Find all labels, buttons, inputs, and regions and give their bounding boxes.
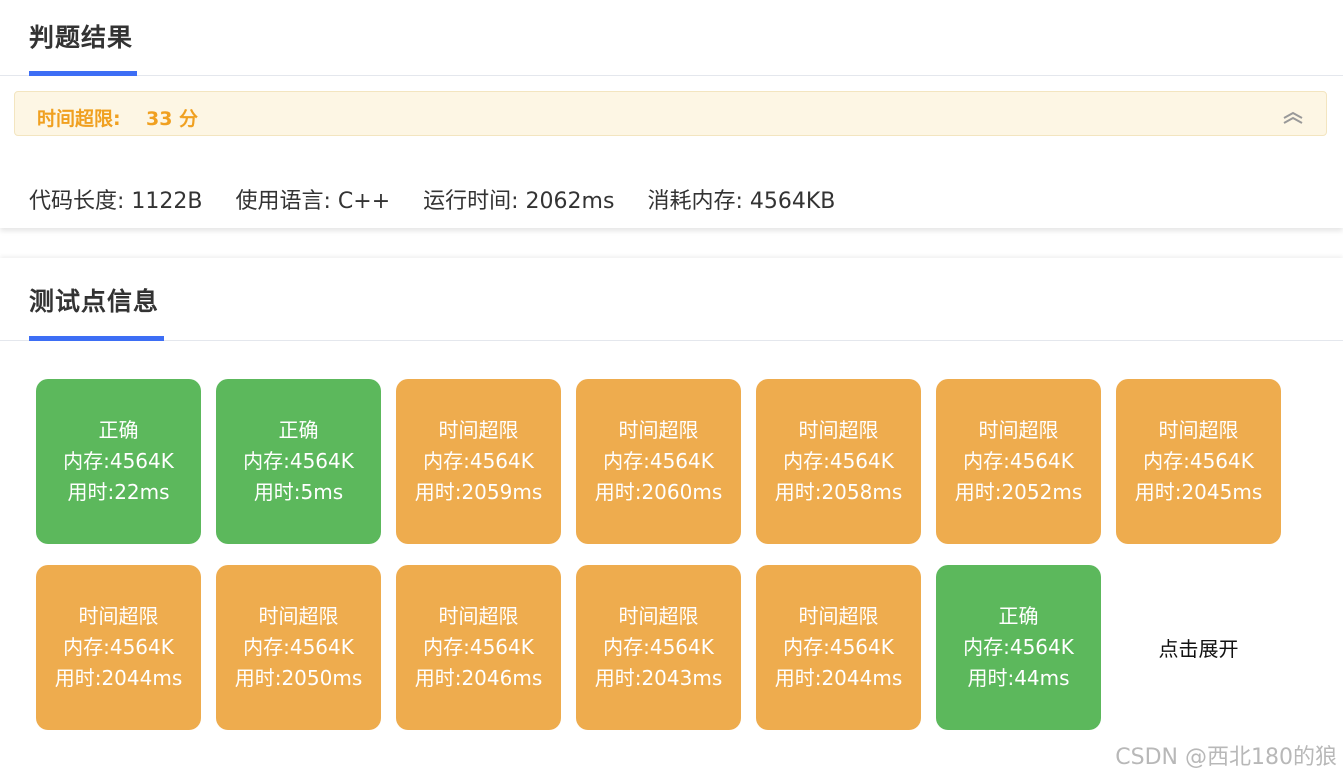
- test-memory: 内存:4564K: [603, 449, 714, 473]
- test-status: 正确: [278, 418, 319, 442]
- test-memory: 内存:4564K: [423, 449, 534, 473]
- test-memory: 内存:4564K: [783, 635, 894, 659]
- test-status: 正确: [98, 418, 139, 442]
- test-case-6[interactable]: 时间超限内存:4564K 用时:2052ms: [936, 379, 1101, 544]
- status-banner[interactable]: 时间超限: 33 分: [14, 91, 1327, 136]
- test-status: 时间超限: [618, 604, 699, 628]
- test-time: 用时:2059ms: [414, 480, 543, 504]
- tests-tab-header: 测试点信息: [0, 258, 1343, 341]
- test-status: 时间超限: [258, 604, 339, 628]
- test-status: 时间超限: [1158, 418, 1239, 442]
- test-memory: 内存:4564K: [783, 449, 894, 473]
- test-status: 时间超限: [438, 418, 519, 442]
- status-label: 时间超限:: [37, 108, 121, 130]
- test-time: 用时:2043ms: [594, 666, 723, 690]
- test-time: 用时:2052ms: [954, 480, 1083, 504]
- test-memory: 内存:4564K: [243, 449, 354, 473]
- test-status: 时间超限: [78, 604, 159, 628]
- judge-result-card: 判题结果 时间超限: 33 分 代码长度: 1122B 使用语言: C++ 运行…: [0, 0, 1343, 228]
- tab-judge-result[interactable]: 判题结果: [29, 18, 133, 54]
- run-time: 运行时间: 2062ms: [423, 189, 615, 214]
- test-memory: 内存:4564K: [243, 635, 354, 659]
- test-time: 用时:5ms: [253, 480, 344, 504]
- test-time: 用时:2058ms: [774, 480, 903, 504]
- test-memory: 内存:4564K: [63, 635, 174, 659]
- test-time: 用时:2044ms: [54, 666, 183, 690]
- test-case-13[interactable]: 正确内存:4564K 用时:44ms: [936, 565, 1101, 730]
- test-memory: 内存:4564K: [63, 449, 174, 473]
- status-score: 33 分: [146, 108, 199, 130]
- test-case-9[interactable]: 时间超限内存:4564K 用时:2050ms: [216, 565, 381, 730]
- tab-test-info[interactable]: 测试点信息: [29, 282, 159, 318]
- test-status: 时间超限: [798, 418, 879, 442]
- code-length: 代码长度: 1122B: [29, 189, 203, 214]
- chevrons-up-icon[interactable]: [1282, 109, 1304, 125]
- test-status: 时间超限: [438, 604, 519, 628]
- expand-button[interactable]: 点击展开: [1116, 565, 1281, 730]
- submission-meta: 代码长度: 1122B 使用语言: C++ 运行时间: 2062ms 消耗内存:…: [29, 183, 861, 215]
- test-time: 用时:2046ms: [414, 666, 543, 690]
- test-time: 用时:2045ms: [1134, 480, 1263, 504]
- test-memory: 内存:4564K: [1143, 449, 1254, 473]
- test-case-7[interactable]: 时间超限内存:4564K 用时:2045ms: [1116, 379, 1281, 544]
- test-time: 用时:2060ms: [594, 480, 723, 504]
- watermark: CSDN @西北180的狼: [1115, 745, 1337, 770]
- test-case-3[interactable]: 时间超限内存:4564K 用时:2059ms: [396, 379, 561, 544]
- test-memory: 内存:4564K: [963, 635, 1074, 659]
- test-memory: 内存:4564K: [603, 635, 714, 659]
- tab-active-indicator: [29, 336, 164, 341]
- test-memory: 内存:4564K: [423, 635, 534, 659]
- tab-active-indicator: [29, 71, 137, 76]
- test-time: 用时:2044ms: [774, 666, 903, 690]
- test-case-8[interactable]: 时间超限内存:4564K 用时:2044ms: [36, 565, 201, 730]
- test-memory: 内存:4564K: [963, 449, 1074, 473]
- memory-usage: 消耗内存: 4564KB: [647, 189, 836, 214]
- test-time: 用时:2050ms: [234, 666, 363, 690]
- test-case-11[interactable]: 时间超限内存:4564K 用时:2043ms: [576, 565, 741, 730]
- test-status: 时间超限: [618, 418, 699, 442]
- test-time: 用时:44ms: [967, 666, 1070, 690]
- test-case-5[interactable]: 时间超限内存:4564K 用时:2058ms: [756, 379, 921, 544]
- test-case-2[interactable]: 正确内存:4564K 用时:5ms: [216, 379, 381, 544]
- test-status: 正确: [998, 604, 1039, 628]
- test-time: 用时:22ms: [67, 480, 170, 504]
- test-case-1[interactable]: 正确内存:4564K 用时:22ms: [36, 379, 201, 544]
- test-status: 时间超限: [978, 418, 1059, 442]
- result-tab-header: 判题结果: [0, 0, 1343, 76]
- test-status: 时间超限: [798, 604, 879, 628]
- test-case-12[interactable]: 时间超限内存:4564K 用时:2044ms: [756, 565, 921, 730]
- test-case-4[interactable]: 时间超限内存:4564K 用时:2060ms: [576, 379, 741, 544]
- test-case-10[interactable]: 时间超限内存:4564K 用时:2046ms: [396, 565, 561, 730]
- language: 使用语言: C++: [235, 189, 391, 214]
